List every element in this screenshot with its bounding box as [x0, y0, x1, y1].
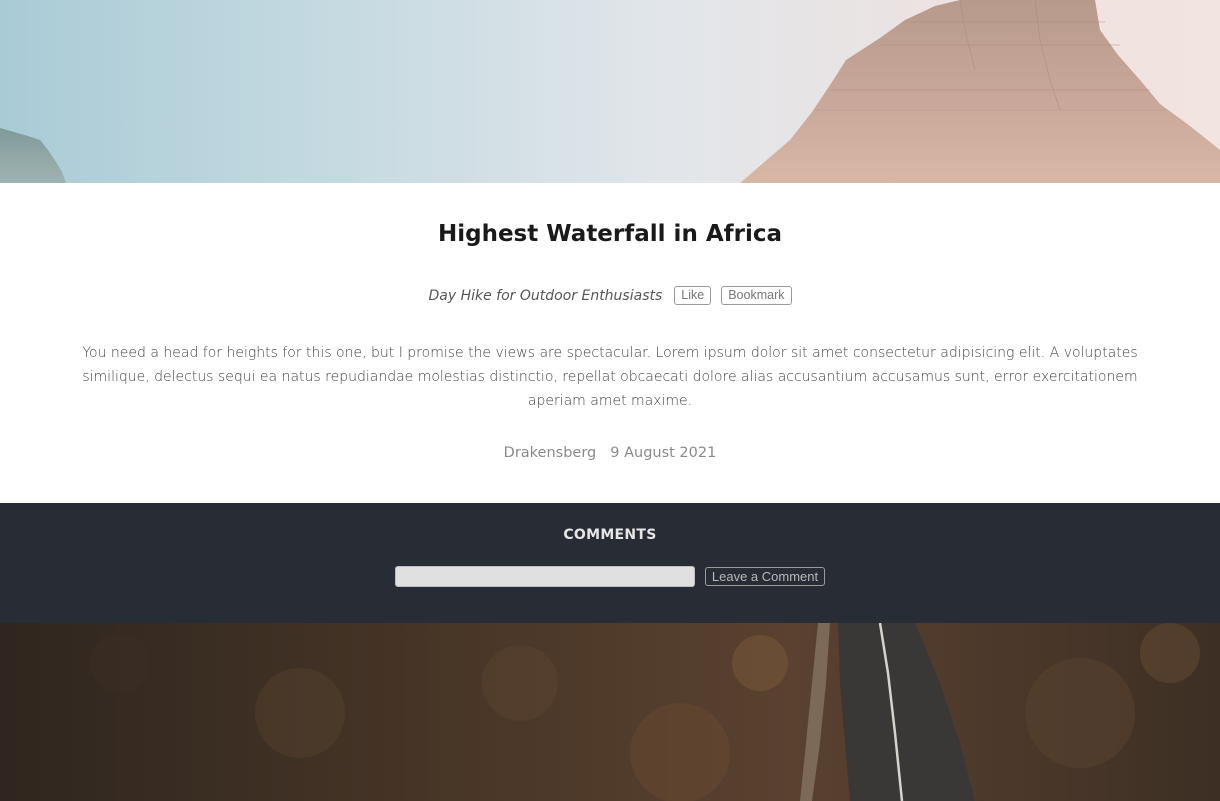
- comments-section: COMMENTS Leave a Comment: [0, 503, 1220, 623]
- post-subtitle: Day Hike for Outdoor Enthusiasts: [428, 287, 663, 304]
- leave-comment-button[interactable]: Leave a Comment: [704, 567, 826, 586]
- post-card: Highest Waterfall in Africa Day Hike for…: [0, 183, 1220, 503]
- mountain-illustration: [0, 0, 1220, 183]
- post-meta-row: Day Hike for Outdoor Enthusiasts Like Bo…: [0, 286, 1220, 305]
- post-title: Highest Waterfall in Africa: [437, 221, 783, 247]
- post-body: You need a head for heights for this one…: [82, 345, 1138, 409]
- post-date: 9 August 2021: [610, 445, 717, 461]
- bookmark-button[interactable]: Bookmark: [721, 286, 792, 305]
- post-location: Drakensberg: [503, 445, 597, 461]
- post-footer: Drakensberg 9 August 2021: [0, 445, 1220, 461]
- comment-input[interactable]: [394, 566, 695, 587]
- comments-heading: COMMENTS: [563, 527, 657, 543]
- like-button[interactable]: Like: [674, 286, 712, 305]
- comment-form: Leave a Comment: [0, 566, 1220, 587]
- road-illustration: [0, 623, 1220, 801]
- hero-image: [0, 0, 1220, 183]
- road-image: [0, 623, 1220, 801]
